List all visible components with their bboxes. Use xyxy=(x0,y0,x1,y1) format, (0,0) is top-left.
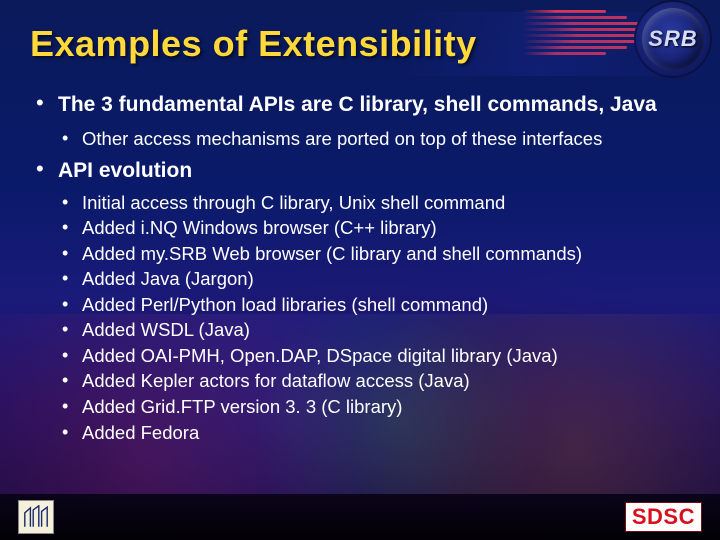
bullet-2-sub-0: Initial access through C library, Unix s… xyxy=(58,192,690,215)
bullet-2-sub-2: Added my.SRB Web browser (C library and … xyxy=(58,243,690,266)
bullet-2: API evolution Initial access through C l… xyxy=(30,158,690,444)
ucsd-logo-icon xyxy=(18,500,54,534)
slide-title: Examples of Extensibility xyxy=(30,23,477,65)
bullet-2-sub-3: Added Java (Jargon) xyxy=(58,268,690,291)
bullet-2-sub-7: Added Kepler actors for dataflow access … xyxy=(58,370,690,393)
bullet-2-text: API evolution xyxy=(58,158,690,183)
bullet-2-sub-5: Added WSDL (Java) xyxy=(58,319,690,342)
footer: SDSC xyxy=(0,494,720,540)
bullet-2-sub-1: Added i.NQ Windows browser (C++ library) xyxy=(58,217,690,240)
bullet-2-sub-8: Added Grid.FTP version 3. 3 (C library) xyxy=(58,396,690,419)
bullet-2-sub-6: Added OAI-PMH, Open.DAP, DSpace digital … xyxy=(58,345,690,368)
sdsc-logo: SDSC xyxy=(625,502,702,532)
title-band: Examples of Extensibility xyxy=(0,12,720,76)
bullet-1: The 3 fundamental APIs are C library, sh… xyxy=(30,92,690,150)
bullet-1-text: The 3 fundamental APIs are C library, sh… xyxy=(58,92,690,117)
slide-body: The 3 fundamental APIs are C library, sh… xyxy=(30,92,690,452)
bullet-1-sub-0: Other access mechanisms are ported on to… xyxy=(58,127,690,150)
slide: SRB Examples of Extensibility The 3 fund… xyxy=(0,0,720,540)
bullet-2-sub-9: Added Fedora xyxy=(58,422,690,445)
bullet-2-sub-4: Added Perl/Python load libraries (shell … xyxy=(58,294,690,317)
